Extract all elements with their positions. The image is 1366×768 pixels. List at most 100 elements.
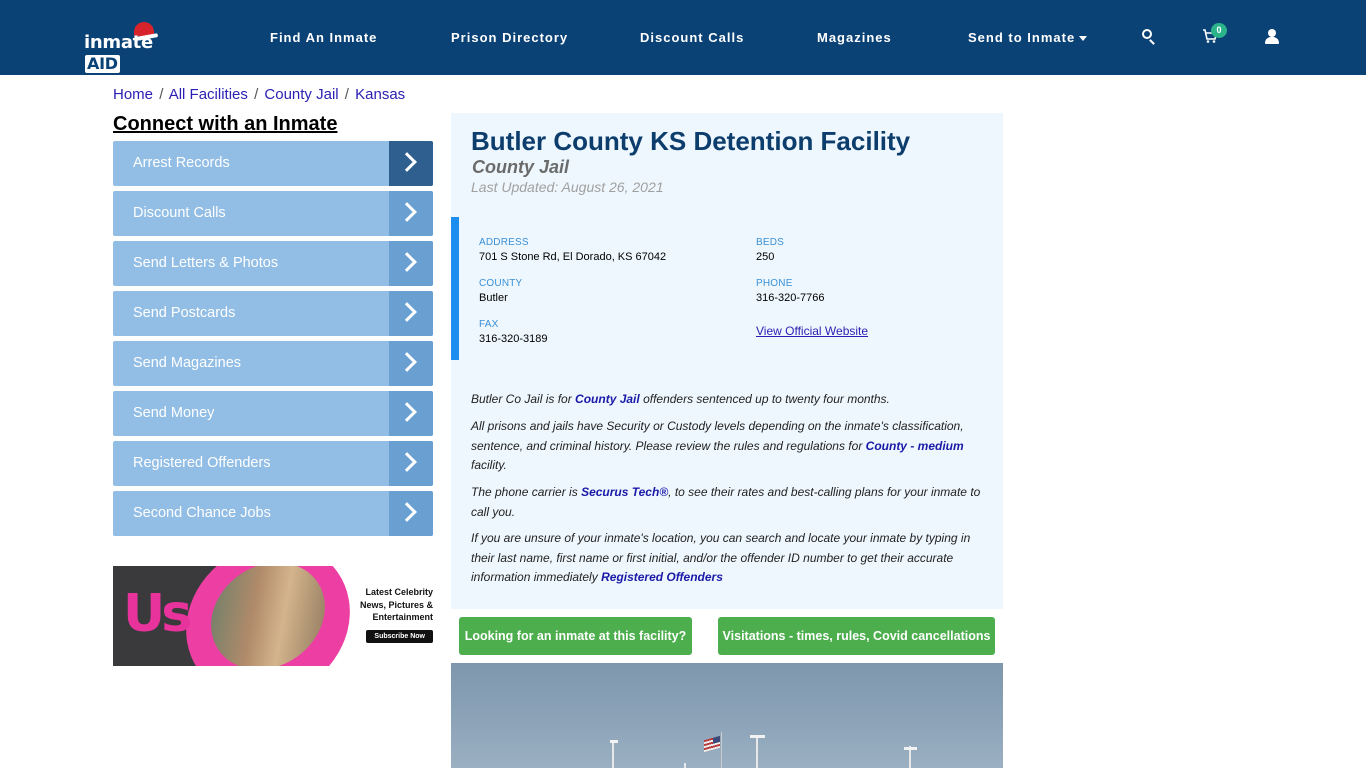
county-medium-link[interactable]: County - medium [866,439,964,453]
arrow-box [389,241,433,286]
chevron-right-icon [397,252,417,272]
sidebar-item-send-magazines[interactable]: Send Magazines [113,341,433,386]
fax-value: 316-320-3189 [479,333,548,345]
arrow-box [389,141,433,186]
nav-discount-calls[interactable]: Discount Calls [640,30,744,45]
ad-copy: Latest Celebrity News, Pictures & Entert… [341,586,433,643]
ad-subscribe-button[interactable]: Subscribe Now [366,629,433,643]
sidebar-menu: Arrest Records Discount Calls Send Lette… [113,141,433,541]
sidebar-item-send-money[interactable]: Send Money [113,391,433,436]
search-icon[interactable] [1140,27,1162,49]
view-official-website-link[interactable]: View Official Website [756,324,868,338]
fax-label: FAX [479,319,499,330]
arrow-box [389,391,433,436]
beds-label: BEDS [756,237,785,248]
arrow-box [389,341,433,386]
chevron-right-icon [397,352,417,372]
beds-value: 250 [756,251,775,263]
sidebar-item-send-letters-photos[interactable]: Send Letters & Photos [113,241,433,286]
arrow-box [389,491,433,536]
address-field: ADDRESS 701 S Stone Rd, El Dorado, KS 67… [479,237,666,263]
nav-send-to-inmate-label: Send to Inmate [968,30,1076,45]
sidebar-item-registered-offenders[interactable]: Registered Offenders [113,441,433,486]
ad-headline-line: News, Pictures & [359,599,433,610]
logo-text: inmateAID [84,32,153,73]
fax-field: FAX 316-320-3189 [479,319,548,345]
breadcrumb-home[interactable]: Home [113,86,153,103]
phone-label: PHONE [756,278,793,289]
registered-offenders-link[interactable]: Registered Offenders [601,570,723,584]
description-paragraph: If you are unsure of your inmate's locat… [471,529,991,588]
chevron-right-icon [397,502,417,522]
text: facility. [471,458,507,472]
sidebar-item-label: Second Chance Jobs [133,505,271,521]
light-pole [756,735,758,768]
county-label: COUNTY [479,278,523,289]
ad-headline-line: Latest Celebrity [365,587,433,597]
nav-send-to-inmate[interactable]: Send to Inmate [968,30,1088,45]
lamp [904,747,917,750]
nav-prison-directory[interactable]: Prison Directory [451,30,568,45]
us-weekly-logo: Us [123,584,192,644]
arrow-box [389,441,433,486]
breadcrumb-county-jail[interactable]: County Jail [264,86,338,103]
address-label: ADDRESS [479,237,529,248]
breadcrumb: Home / All Facilities / County Jail / Ka… [113,86,405,103]
sidebar-item-label: Discount Calls [133,205,226,221]
sidebar-item-arrest-records[interactable]: Arrest Records [113,141,433,186]
american-flag [704,735,720,753]
sidebar-item-label: Arrest Records [133,155,230,171]
info-accent-bar [451,217,459,360]
user-account-icon[interactable] [1262,27,1284,49]
sidebar-item-label: Registered Offenders [133,455,271,471]
beds-field: BEDS 250 [756,237,784,263]
top-navigation-bar: inmateAID Find An Inmate Prison Director… [0,0,1366,75]
breadcrumb-separator: / [344,86,349,103]
us-weekly-ad-banner[interactable]: Us Latest Celebrity News, Pictures & Ent… [113,566,433,666]
sidebar-item-label: Send Money [133,405,215,421]
lamp [750,735,765,738]
find-inmate-at-facility-button[interactable]: Looking for an inmate at this facility? [459,617,692,655]
arrow-box [389,291,433,336]
sidebar-item-label: Send Postcards [133,305,236,321]
website-field: View Official Website [756,321,868,338]
sidebar-item-second-chance-jobs[interactable]: Second Chance Jobs [113,491,433,536]
facility-photo [451,663,1003,768]
inmateaid-logo[interactable]: inmateAID [84,22,179,73]
text: Butler Co Jail is for [471,392,576,406]
caret-down-icon [1079,36,1088,42]
phone-value: 316-320-7766 [756,292,825,304]
visitations-button[interactable]: Visitations - times, rules, Covid cancel… [718,617,995,655]
description-paragraph: Butler Co Jail is for County Jail offend… [471,390,991,410]
chevron-right-icon [397,152,417,172]
text: The phone carrier is [471,485,582,499]
address-value: 701 S Stone Rd, El Dorado, KS 67042 [479,251,667,263]
cart-count-badge: 0 [1211,23,1227,38]
chevron-right-icon [397,202,417,222]
arrow-box [389,191,433,236]
facility-title: Butler County KS Detention Facility [471,126,911,156]
chevron-right-icon [397,452,417,472]
breadcrumb-separator: / [254,86,259,103]
description-paragraph: The phone carrier is Securus Tech®, to s… [471,483,991,522]
sidebar-title[interactable]: Connect with an Inmate [113,113,337,136]
facility-info-box: ADDRESS 701 S Stone Rd, El Dorado, KS 67… [451,217,1003,360]
lamp [610,740,618,743]
breadcrumb-kansas[interactable]: Kansas [355,86,405,103]
chevron-right-icon [397,302,417,322]
sidebar-item-send-postcards[interactable]: Send Postcards [113,291,433,336]
last-updated: Last Updated: August 26, 2021 [471,179,664,195]
nav-magazines[interactable]: Magazines [817,30,892,45]
sidebar-item-label: Send Letters & Photos [133,255,279,271]
sidebar-item-discount-calls[interactable]: Discount Calls [113,191,433,236]
county-field: COUNTY Butler [479,278,522,304]
breadcrumb-all-facilities[interactable]: All Facilities [169,86,248,103]
flag-pole [721,732,722,768]
nav-find-an-inmate[interactable]: Find An Inmate [270,30,377,45]
county-jail-link[interactable]: County Jail [575,392,640,406]
securus-tech-link[interactable]: Securus Tech® [581,485,668,499]
chevron-right-icon [397,402,417,422]
ad-headline-line: Entertainment [372,612,433,622]
light-pole [612,743,614,768]
description-paragraph: All prisons and jails have Security or C… [471,417,991,476]
